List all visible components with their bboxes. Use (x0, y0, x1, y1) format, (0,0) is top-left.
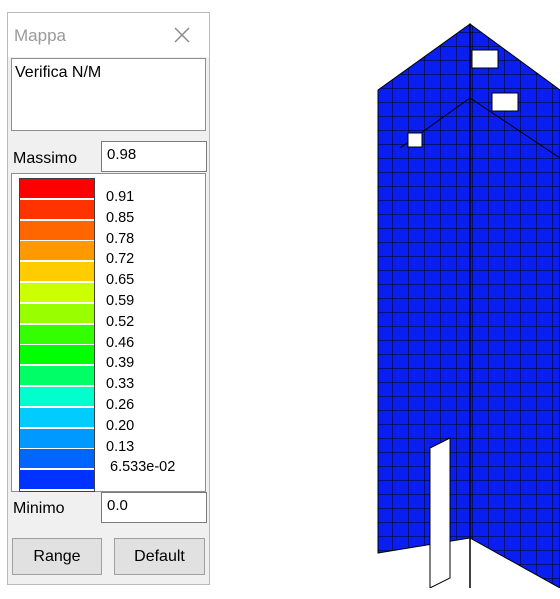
legend-swatch (20, 428, 94, 448)
legend-swatch (20, 220, 94, 240)
legend-tick-label: 0.65 (106, 272, 135, 289)
color-legend: 0.91 0.85 0.78 0.72 0.65 0.59 0.52 0.46 0.39 0.33… (11, 173, 206, 492)
legend-tick-label: 0.52 (106, 313, 135, 330)
min-label: Minimo (13, 500, 65, 517)
legend-swatch (20, 345, 94, 365)
legend-swatch (20, 283, 94, 302)
legend-swatch (20, 179, 94, 198)
legend-swatch (20, 449, 94, 469)
legend-tick-label: 6.533e-02 (110, 459, 176, 476)
model-left-face (377, 23, 471, 554)
legend-tick-label: 0.33 (106, 376, 135, 393)
legend-swatch (20, 199, 94, 219)
description-box[interactable]: Verifica N/M (11, 58, 206, 131)
legend-tick-label: 0.72 (106, 251, 135, 268)
model-slot (429, 437, 451, 588)
legend-swatch (20, 324, 94, 344)
max-label: Massimo (13, 150, 78, 167)
legend-swatch (20, 470, 94, 490)
structure-model (377, 23, 560, 588)
model-opening (491, 92, 519, 112)
legend-tick-label: 0.39 (106, 355, 135, 372)
legend-swatch (20, 241, 94, 261)
window-title: Mappa (14, 26, 66, 45)
range-button[interactable]: Range (12, 538, 102, 575)
legend-swatch (20, 303, 94, 323)
close-icon[interactable] (172, 25, 192, 45)
model-opening (407, 132, 423, 148)
legend-tick-label: 0.59 (106, 293, 135, 309)
legend-swatch (20, 407, 94, 427)
legend-tick-label: 0.78 (106, 230, 135, 247)
legend-swatch (20, 387, 94, 406)
legend-swatch (20, 262, 94, 282)
legend-tick-label: 0.46 (106, 334, 135, 351)
legend-tick-label: 0.91 (106, 189, 135, 205)
legend-tick-label: 0.85 (106, 209, 135, 226)
title-bar: Mappa (8, 13, 209, 57)
legend-tick-label: 0.13 (106, 438, 135, 455)
model-opening (471, 49, 499, 69)
legend-tick-label: 0.20 (106, 417, 135, 434)
legend-tick-label: 0.26 (106, 397, 135, 413)
legend-swatch (20, 366, 94, 386)
default-button[interactable]: Default (114, 538, 205, 575)
max-input[interactable]: 0.98 (101, 141, 207, 172)
map-panel: Mappa Verifica N/M Massimo 0.98 0.91 0.85… (7, 12, 210, 585)
min-input[interactable]: 0.0 (101, 492, 207, 523)
description-text: Verifica N/M (15, 64, 102, 81)
